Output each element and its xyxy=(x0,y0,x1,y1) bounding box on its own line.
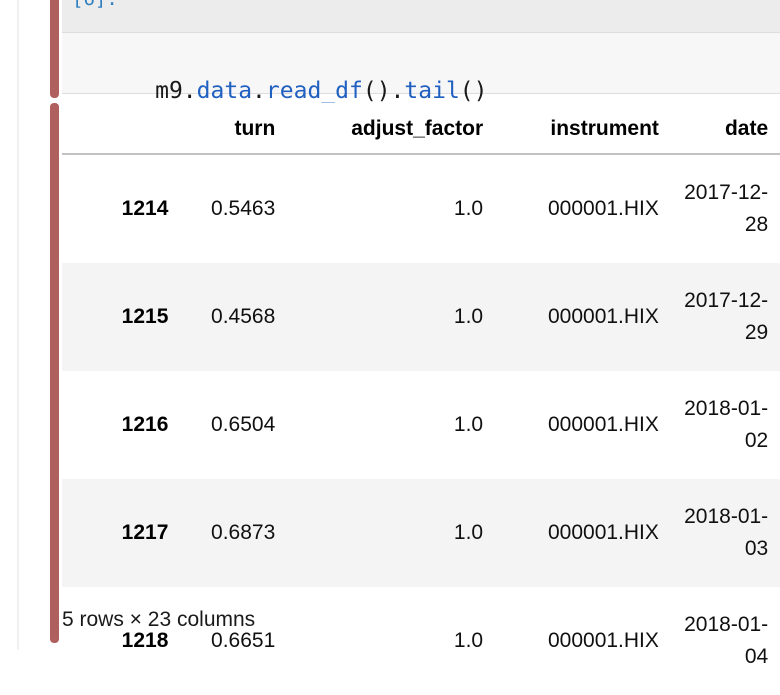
code-cell[interactable]: [6]: m9.data.read_df().tail() xyxy=(62,0,780,94)
cell-instrument: 000001.HIX xyxy=(493,371,669,479)
cell-instrument: 000001.HIX xyxy=(493,479,669,587)
code-input-area[interactable]: m9.data.read_df().tail() xyxy=(62,32,780,94)
cell-date: 2018-01-03 xyxy=(669,479,778,587)
table-row: 1216 0.6504 1.0 000001.HIX 2018-01-02 33… xyxy=(62,371,780,479)
execution-count-label: [6]: xyxy=(72,0,118,10)
code-token-dot-2: . xyxy=(252,78,266,104)
code-token-parens-2: () xyxy=(460,78,488,104)
cell-adjust-factor: 1.0 xyxy=(285,371,493,479)
row-index-label: 1218 xyxy=(62,587,178,695)
cell-turn: 0.6873 xyxy=(178,479,285,587)
cell-prompt-strip: [6]: xyxy=(62,0,780,32)
row-index-label: 1215 xyxy=(62,263,178,371)
input-cell-selection-bar[interactable] xyxy=(50,0,59,98)
dataframe-shape-caption: 5 rows × 23 columns xyxy=(62,608,255,632)
column-header-adjust-factor: adjust_factor xyxy=(285,103,493,154)
table-row: 1218 0.6651 1.0 000001.HIX 2018-01-04 33… xyxy=(62,587,780,695)
cell-instrument: 000001.HIX xyxy=(493,587,669,695)
dataframe-table: turn adjust_factor instrument date 1214 … xyxy=(62,103,780,695)
row-index-label: 1214 xyxy=(62,154,178,263)
cell-output-area: turn adjust_factor instrument date 1214 … xyxy=(62,103,780,695)
code-token-m9: m9 xyxy=(155,78,183,104)
code-token-dot-3: . xyxy=(391,78,405,104)
column-header-instrument: instrument xyxy=(493,103,669,154)
cell-instrument: 000001.HIX xyxy=(493,154,669,263)
table-row: 1215 0.4568 1.0 000001.HIX 2017-12-29 32… xyxy=(62,263,780,371)
cell-date: 2017-12-29 xyxy=(669,263,778,371)
dataframe-header: turn adjust_factor instrument date xyxy=(62,103,780,154)
cell-date: 2017-12-28 xyxy=(669,154,778,263)
table-header-row: turn adjust_factor instrument date xyxy=(62,103,780,154)
code-token-read-df: read_df xyxy=(266,78,363,104)
notebook-gutter-rule xyxy=(17,0,19,650)
cell-turn: 0.6651 xyxy=(178,587,285,695)
cell-date: 2018-01-04 xyxy=(669,587,778,695)
table-row: 1214 0.5463 1.0 000001.HIX 2017-12-28 32… xyxy=(62,154,780,263)
cell-turn: 0.4568 xyxy=(178,263,285,371)
column-header-date: date xyxy=(669,103,778,154)
row-index-label: 1217 xyxy=(62,479,178,587)
cell-adjust-factor: 1.0 xyxy=(285,154,493,263)
cell-turn: 0.5463 xyxy=(178,154,285,263)
output-cell-selection-bar[interactable] xyxy=(50,103,59,643)
code-token-parens-1: () xyxy=(363,78,391,104)
cell-instrument: 000001.HIX xyxy=(493,263,669,371)
cell-adjust-factor: 1.0 xyxy=(285,479,493,587)
code-token-tail: tail xyxy=(404,78,459,104)
code-token-dot-1: . xyxy=(183,78,197,104)
cell-adjust-factor: 1.0 xyxy=(285,587,493,695)
column-header-turn: turn xyxy=(178,103,285,154)
column-header-index xyxy=(62,103,178,154)
row-index-label: 1216 xyxy=(62,371,178,479)
cell-adjust-factor: 1.0 xyxy=(285,263,493,371)
table-row: 1217 0.6873 1.0 000001.HIX 2018-01-03 33… xyxy=(62,479,780,587)
cell-date: 2018-01-02 xyxy=(669,371,778,479)
code-token-data: data xyxy=(197,78,252,104)
cell-turn: 0.6504 xyxy=(178,371,285,479)
